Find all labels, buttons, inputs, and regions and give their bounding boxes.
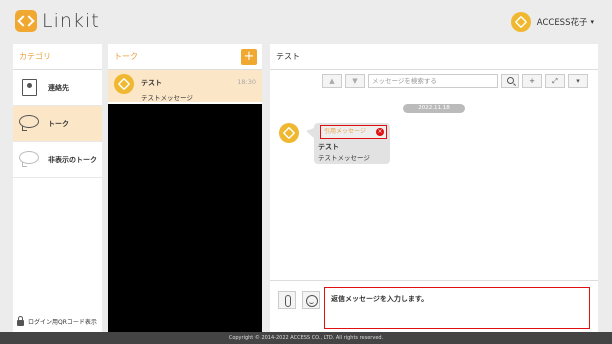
footer-copyright: Copyright © 2014-2022 ACCESS CO., LTD. A… [0, 332, 612, 344]
message-input[interactable]: 返信メッセージを入力します。 [324, 287, 590, 329]
category-title: カテゴリ [13, 44, 102, 70]
empty-area [108, 104, 262, 332]
talk-time: 18:30 [237, 78, 256, 86]
logo-text: Linkit [42, 10, 100, 32]
chat-toolbar: ▲ ▼ メッセージを検索する + ⤢ ▾ [322, 74, 588, 88]
menu-button[interactable]: ▾ [568, 74, 588, 88]
sender-avatar-icon [279, 123, 299, 143]
expand-button[interactable]: ⤢ [545, 74, 565, 88]
quote-message[interactable]: 引用メッセージ × [320, 125, 387, 139]
quote-label: 引用メッセージ [324, 128, 366, 135]
talk-list-item[interactable]: テスト 18:30 テストメッセージ [108, 70, 262, 102]
chat-title: テスト [270, 44, 598, 70]
chevron-down-icon: ▾ [590, 18, 594, 26]
talk-list-panel: トーク + テスト 18:30 テストメッセージ [108, 44, 262, 332]
talk-last-message: テストメッセージ [141, 94, 193, 102]
emoji-icon[interactable] [302, 291, 320, 309]
category-label: 連絡先 [48, 83, 69, 92]
message-sender: テスト [318, 143, 339, 151]
add-button[interactable]: + [522, 74, 542, 88]
search-prev-button[interactable]: ▲ [322, 74, 342, 88]
close-icon[interactable]: × [376, 128, 384, 136]
chat-panel: テスト ▲ ▼ メッセージを検索する + ⤢ ▾ 2022.11.18 引用メッ… [270, 44, 598, 332]
date-separator: 2022.11.18 [403, 104, 465, 113]
logo-mark-icon [15, 10, 37, 32]
message-search-input[interactable]: メッセージを検索する [368, 74, 498, 88]
category-item-contacts[interactable]: 連絡先 [13, 70, 102, 106]
talk-title: トーク [114, 52, 138, 61]
user-menu[interactable]: ACCESS花子 ▾ [510, 12, 594, 32]
message-compose-area: 返信メッセージを入力します。 [270, 280, 598, 332]
category-label: 非表示のトーク [48, 155, 97, 164]
search-icon[interactable] [501, 74, 519, 88]
category-label: トーク [48, 119, 69, 128]
talk-header: トーク + [108, 44, 262, 70]
talk-avatar-icon [114, 74, 134, 94]
category-item-talk[interactable]: トーク [13, 106, 102, 142]
user-name: ACCESS花子 [536, 18, 588, 28]
attachment-icon[interactable] [278, 291, 296, 309]
qr-label: ログイン用QRコード表示 [28, 319, 97, 326]
search-next-button[interactable]: ▼ [345, 74, 365, 88]
category-item-hidden-talk[interactable]: 非表示のトーク [13, 142, 102, 178]
app-logo: Linkit [15, 10, 100, 32]
talk-name: テスト [141, 79, 162, 87]
qr-login-link[interactable]: ログイン用QRコード表示 [17, 315, 97, 326]
lock-icon [17, 315, 24, 326]
new-talk-button[interactable]: + [241, 48, 257, 65]
hidden-chat-icon [19, 150, 39, 164]
chat-bubble-icon [19, 114, 39, 128]
category-panel: カテゴリ 連絡先 トーク 非表示のトーク ログイン用QRコード表示 [13, 44, 102, 332]
app-header: Linkit ACCESS花子 ▾ [0, 0, 612, 42]
bubble-tail [306, 128, 314, 138]
user-avatar-icon [510, 12, 531, 32]
address-book-icon [22, 78, 37, 96]
message-text: テストメッセージ [318, 154, 370, 162]
